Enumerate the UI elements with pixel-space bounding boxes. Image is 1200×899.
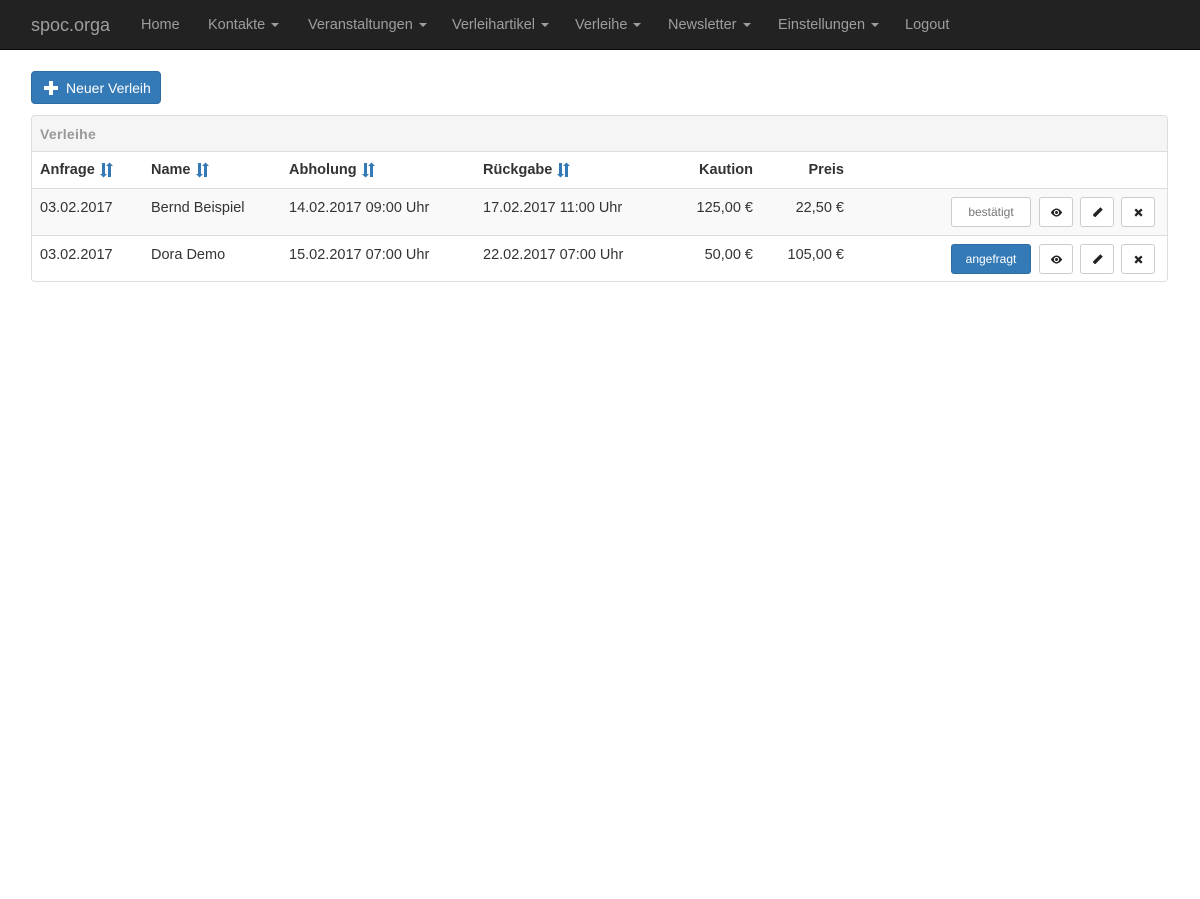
column-header-preis: Preis [762,162,844,178]
column-header-rueckgabe[interactable]: Rückgabe [483,162,571,178]
status-button-confirmed[interactable]: bestätigt [951,197,1031,227]
cell-anfrage: 03.02.2017 [40,247,113,263]
column-header-label: Anfrage [40,162,95,178]
nav-verleihe-label: Verleihe [575,17,628,33]
status-label: angefragt [965,252,1017,266]
column-header-label: Preis [808,162,844,178]
cell-rueckgabe: 17.02.2017 11:00 Uhr [483,200,623,216]
new-rental-label: Neuer Verleih [66,79,151,96]
nav-home[interactable]: Home [141,16,180,34]
panel-title: Verleihe [40,126,97,142]
pencil-icon [1092,206,1103,217]
nav-einstellungen-dropdown[interactable]: Einstellungen [778,16,880,34]
top-navbar: spoc.orga Home Kontakte Veranstaltungen … [0,0,1200,50]
column-header-kaution: Kaution [652,162,753,178]
caret-down-icon [871,23,880,28]
caret-down-icon [418,23,427,28]
rentals-panel: Verleihe Anfrage Name Abholung Rückgabe … [31,115,1168,282]
nav-verleihe-dropdown[interactable]: Verleihe [575,16,642,34]
caret-down-icon [271,23,280,28]
sort-icon[interactable] [556,162,571,178]
edit-button[interactable] [1080,244,1114,274]
close-icon [1133,207,1143,217]
nav-verleihartikel-dropdown[interactable]: Verleihartikel [452,16,550,34]
brand-link[interactable]: spoc.orga [31,14,110,36]
column-header-abholung[interactable]: Abholung [289,162,375,178]
cell-name: Bernd Beispiel [151,200,245,216]
pencil-icon [1092,253,1103,264]
table-row: 03.02.2017 Dora Demo 15.02.2017 07:00 Uh… [32,235,1167,281]
delete-button[interactable] [1121,197,1155,227]
table-row: 03.02.2017 Bernd Beispiel 14.02.2017 09:… [32,188,1167,235]
delete-button[interactable] [1121,244,1155,274]
column-header-label: Abholung [289,162,357,178]
nav-veranstaltungen-label: Veranstaltungen [308,17,413,33]
nav-logout[interactable]: Logout [905,16,949,34]
cell-preis: 22,50 € [795,200,844,216]
column-header-anfrage[interactable]: Anfrage [40,162,113,178]
cell-name: Dora Demo [151,247,226,263]
cell-abholung: 15.02.2017 07:00 Uhr [289,247,430,263]
plus-icon [44,80,58,95]
column-header-name[interactable]: Name [151,162,209,178]
nav-logout-label: Logout [905,17,950,33]
column-header-label: Rückgabe [483,162,553,178]
cell-anfrage: 03.02.2017 [40,200,113,216]
eye-icon [1050,207,1062,217]
cell-kaution: 125,00 € [696,200,753,216]
panel-heading: Verleihe [32,116,1167,152]
cell-preis: 105,00 € [787,247,844,263]
nav-verleihartikel-label: Verleihartikel [452,17,536,33]
nav-home-label: Home [141,17,180,33]
view-button[interactable] [1039,244,1073,274]
new-rental-button[interactable]: Neuer Verleih [31,71,161,104]
sort-icon[interactable] [195,162,209,178]
edit-button[interactable] [1080,197,1114,227]
status-label: bestätigt [968,205,1014,219]
eye-icon [1050,254,1062,264]
sort-icon[interactable] [361,162,375,178]
view-button[interactable] [1039,197,1073,227]
column-header-label: Name [151,162,191,178]
nav-kontakte-dropdown[interactable]: Kontakte [208,16,280,34]
close-icon [1133,254,1143,264]
sort-icon[interactable] [99,162,113,178]
caret-down-icon [541,23,550,28]
nav-einstellungen-label: Einstellungen [778,17,866,33]
nav-newsletter-dropdown[interactable]: Newsletter [668,16,751,34]
status-button-requested[interactable]: angefragt [951,244,1031,274]
cell-abholung: 14.02.2017 09:00 Uhr [289,200,430,216]
cell-rueckgabe: 22.02.2017 07:00 Uhr [483,247,624,263]
caret-down-icon [633,23,642,28]
caret-down-icon [742,23,751,28]
cell-kaution: 50,00 € [704,247,753,263]
nav-newsletter-label: Newsletter [668,17,737,33]
nav-veranstaltungen-dropdown[interactable]: Veranstaltungen [308,16,427,34]
column-header-label: Kaution [699,162,753,178]
nav-kontakte-label: Kontakte [208,17,266,33]
